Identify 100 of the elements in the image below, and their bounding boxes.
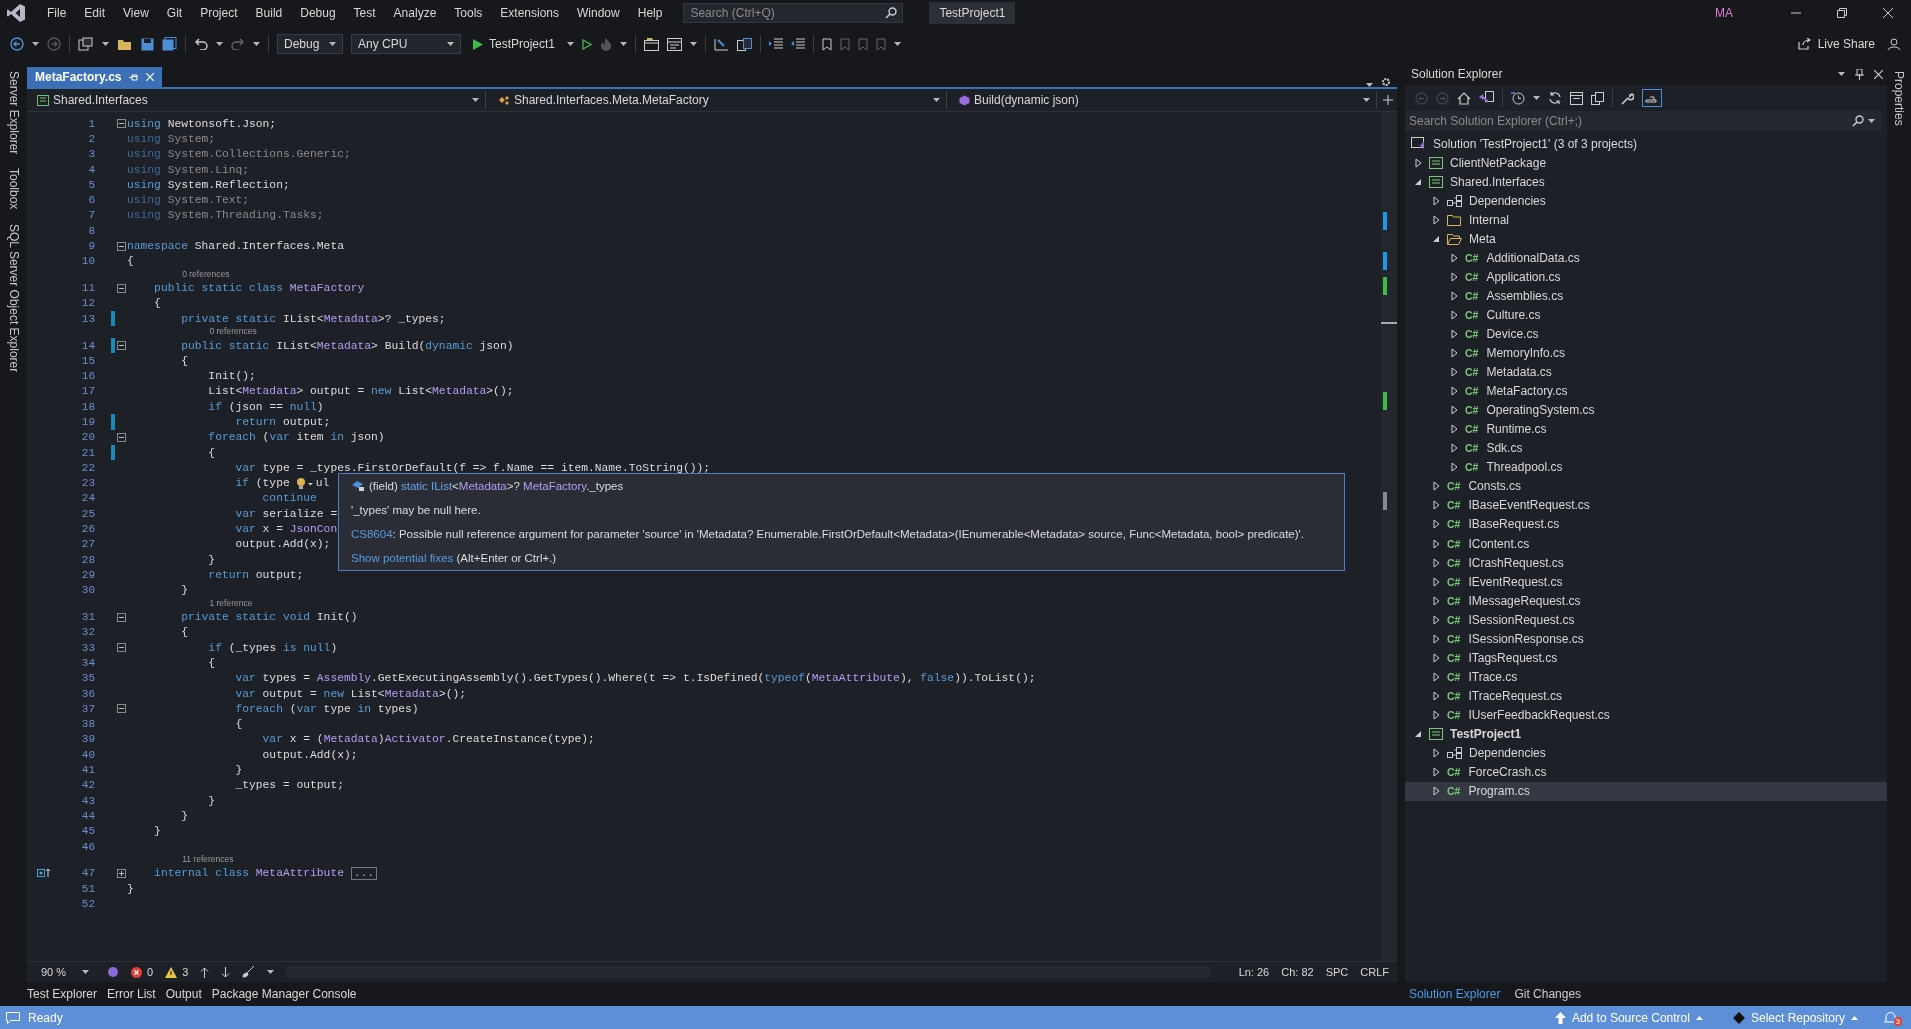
menu-item[interactable]: View (114, 2, 158, 23)
menu-item[interactable]: Help (628, 2, 672, 23)
tree-item[interactable]: C# Runtime.cs (1405, 419, 1887, 439)
navigation-dropdown[interactable]: Shared.Interfaces (31, 91, 486, 109)
lightbulb-icon[interactable] (295, 476, 314, 490)
collapsed-arrow-icon[interactable] (1432, 671, 1440, 682)
pin-icon[interactable] (129, 72, 139, 82)
tree-item[interactable]: C# IUserFeedbackRequest.cs (1405, 705, 1887, 725)
collapsed-arrow-icon[interactable] (1432, 481, 1440, 492)
tree-item[interactable]: Meta (1405, 229, 1887, 249)
search-field[interactable]: Search Solution Explorer (Ctrl+;) (1405, 111, 1881, 131)
tree-item[interactable]: C# ISessionResponse.cs (1405, 629, 1887, 649)
tree-item[interactable]: C# Consts.cs (1405, 476, 1887, 496)
wrench-icon[interactable] (1621, 91, 1634, 105)
tree-item[interactable]: C# IBaseEventRequest.cs (1405, 495, 1887, 515)
menu-item[interactable]: Tools (445, 2, 492, 23)
collapsed-code[interactable]: ... (350, 866, 378, 880)
menu-item[interactable]: Test (344, 2, 385, 23)
implementation-icon[interactable] (37, 868, 51, 879)
collapsed-arrow-icon[interactable] (1450, 290, 1458, 301)
whitespace-indicator[interactable]: SPC (1325, 966, 1349, 978)
menu-item[interactable]: Extensions (491, 2, 569, 23)
collapsed-arrow-icon[interactable] (1432, 786, 1440, 797)
collapsed-arrow-icon[interactable] (1432, 595, 1440, 606)
tree-item[interactable]: C# OperatingSystem.cs (1405, 400, 1887, 420)
collapse-icon[interactable] (116, 612, 126, 622)
close-icon[interactable] (1874, 69, 1883, 79)
menu-item[interactable]: Window (568, 2, 629, 23)
collapsed-arrow-icon[interactable] (1432, 652, 1440, 663)
collapsed-arrow-icon[interactable] (1432, 519, 1440, 530)
tree-item[interactable]: C# Metadata.cs (1405, 362, 1887, 382)
collapsed-arrow-icon[interactable] (1450, 443, 1458, 454)
folder-icon[interactable] (117, 37, 133, 51)
tool-window-tab[interactable]: Output (165, 985, 202, 1003)
reference-count[interactable]: 0 references (182, 268, 230, 279)
collapsed-arrow-icon[interactable] (1450, 252, 1458, 263)
collapsed-arrow-icon[interactable] (1432, 557, 1440, 568)
side-tab[interactable]: Toolbox (6, 168, 21, 210)
collapse-icon[interactable] (116, 119, 126, 129)
collapsed-arrow-icon[interactable] (1432, 195, 1440, 206)
tree-item[interactable]: C# IContent.cs (1405, 534, 1887, 554)
tree-item[interactable]: TestProject1 (1405, 724, 1887, 744)
collapse-all-icon[interactable] (1570, 91, 1583, 105)
user-initials[interactable]: MA (1715, 5, 1733, 20)
tree-item[interactable]: C# ITraceRequest.cs (1405, 686, 1887, 706)
tree-item[interactable]: Dependencies (1405, 191, 1887, 211)
column-indicator[interactable]: Ch: 82 (1281, 966, 1314, 978)
settings-icon[interactable] (1381, 77, 1391, 87)
platform-dropdown[interactable]: Any CPU (351, 34, 461, 54)
collapsed-arrow-icon[interactable] (1432, 576, 1440, 587)
tool-window-tab[interactable]: Error List (107, 985, 156, 1003)
tree-item[interactable]: C# Culture.cs (1405, 305, 1887, 325)
collapsed-arrow-icon[interactable] (1450, 348, 1458, 359)
restore-icon[interactable] (1837, 7, 1847, 18)
navigation-dropdown[interactable]: Shared.Interfaces.Meta.MetaFactory (492, 91, 947, 109)
back-icon[interactable] (10, 37, 24, 51)
collapsed-arrow-icon[interactable] (1432, 500, 1440, 511)
feedback-icon[interactable] (1887, 37, 1901, 51)
outdent-icon[interactable] (791, 38, 806, 50)
reference-count[interactable]: 11 references (182, 854, 234, 865)
up-arrow-icon[interactable] (200, 966, 210, 978)
collapse-icon[interactable] (116, 643, 126, 653)
zoom-dropdown[interactable]: 90 % (35, 962, 95, 982)
collapse-icon[interactable] (116, 341, 126, 350)
fix-link[interactable]: Show potential fixes (351, 552, 454, 564)
document-tab[interactable]: MetaFactory.cs (27, 67, 163, 87)
collapsed-arrow-icon[interactable] (1432, 690, 1440, 701)
message-icon[interactable] (6, 1011, 20, 1024)
collapsed-arrow-icon[interactable] (1414, 157, 1422, 168)
tree-item[interactable]: C# Assemblies.cs (1405, 286, 1887, 306)
tree-item[interactable]: C# IBaseRequest.cs (1405, 514, 1887, 534)
tree-item[interactable]: C# Threadpool.cs (1405, 457, 1887, 477)
tree-item[interactable]: Shared.Interfaces (1405, 172, 1887, 192)
collapsed-arrow-icon[interactable] (1450, 329, 1458, 339)
redo-icon[interactable] (231, 38, 245, 50)
tree-item[interactable]: ClientNetPackage (1405, 153, 1887, 173)
tree-item[interactable]: C# ForceCrash.cs (1405, 762, 1887, 782)
tree-item[interactable]: C# IEventRequest.cs (1405, 572, 1887, 592)
browser-icon[interactable] (644, 37, 660, 51)
live-share-button[interactable]: Live Share (1793, 35, 1879, 53)
reference-count[interactable]: 0 references (209, 326, 257, 337)
collapsed-arrow-icon[interactable] (1450, 424, 1458, 435)
expanded-arrow-icon[interactable] (1414, 177, 1422, 186)
tree-item[interactable]: C# IMessageRequest.cs (1405, 591, 1887, 611)
save-icon[interactable] (141, 37, 154, 51)
close-icon[interactable] (1883, 7, 1893, 18)
expanded-arrow-icon[interactable] (1432, 234, 1440, 243)
tree-item[interactable]: C# ISessionRequest.cs (1405, 610, 1887, 630)
menu-item[interactable]: Debug (291, 2, 345, 23)
indent-icon[interactable] (769, 38, 784, 50)
collapsed-arrow-icon[interactable] (1450, 405, 1458, 416)
collapsed-arrow-icon[interactable] (1432, 633, 1440, 644)
menu-item[interactable]: Project (191, 2, 247, 23)
tool-window-tab[interactable]: Package Manager Console (211, 985, 357, 1003)
tree-item[interactable]: C# Application.cs (1405, 267, 1887, 287)
menu-item[interactable]: Git (157, 2, 192, 23)
tree-item[interactable]: C# Sdk.cs (1405, 438, 1887, 458)
step-icon[interactable] (714, 37, 730, 51)
tree-item[interactable]: Dependencies (1405, 743, 1887, 763)
expanded-arrow-icon[interactable] (1414, 729, 1422, 738)
